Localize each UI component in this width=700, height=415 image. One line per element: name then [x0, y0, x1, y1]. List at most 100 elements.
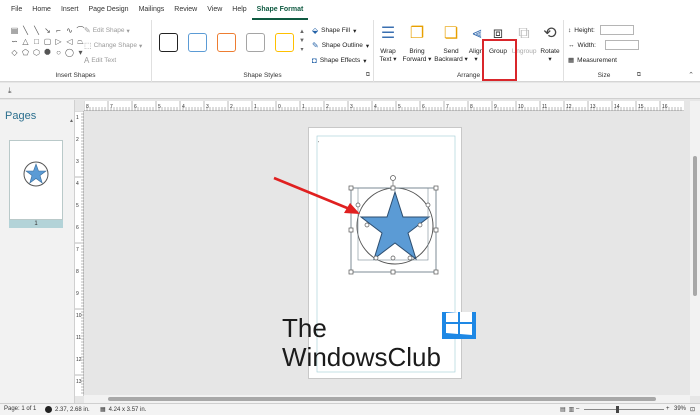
- elbow-shape-icon[interactable]: ⌐: [54, 26, 63, 35]
- triangle-shape-icon[interactable]: ▷: [54, 37, 63, 46]
- diamond-shape-icon[interactable]: ◇: [10, 48, 19, 57]
- shape-outline-button[interactable]: ✎ Shape Outline ▾: [312, 41, 369, 50]
- ruler-label: 3: [76, 159, 79, 165]
- shape-style-swatch[interactable]: [275, 33, 294, 52]
- wrap-text-button[interactable]: ☰ Wrap Text ▾: [376, 24, 400, 64]
- two-page-view-icon[interactable]: ▥: [569, 406, 575, 413]
- ruler-label: 12: [76, 357, 82, 363]
- change-shape-button[interactable]: ⬚ Change Shape ▾: [84, 41, 142, 50]
- oval-shape-icon[interactable]: ◯: [65, 48, 74, 57]
- octagon-shape-icon[interactable]: ⯃: [43, 48, 52, 57]
- triangle-shape-icon[interactable]: △: [21, 37, 30, 46]
- edit-text-button[interactable]: A Edit Text: [84, 56, 116, 65]
- page-indicator[interactable]: Page: 1 of 1: [4, 406, 36, 412]
- tab-mailings[interactable]: Mailings: [134, 0, 170, 20]
- curve-shape-icon[interactable]: ∿: [65, 26, 74, 35]
- zoom-slider-thumb[interactable]: [616, 406, 619, 413]
- shape-style-swatch[interactable]: [217, 33, 236, 52]
- ruler-label: 4: [182, 104, 185, 110]
- rectangle-shape-icon[interactable]: □: [32, 37, 41, 46]
- shape-styles-label: Shape Styles: [243, 72, 282, 79]
- ruler-label: 9: [76, 291, 79, 297]
- vertical-ruler[interactable]: 1 2 3 4 5 6 7 8 9 10 11 12 13: [75, 110, 84, 396]
- rotate-button[interactable]: ⟲ Rotate ▾: [538, 24, 562, 64]
- hexagon-shape-icon[interactable]: ⬡: [32, 48, 41, 57]
- ribbon: ▤ ╲ ╲ ↘ ⌐ ∿ ⌒ ∽ △ □ ▢ ▷ ◁ ⏢ ◇ ⬠ ⬡ ⯃ ○ ◯ …: [0, 20, 700, 82]
- edit-text-icon: A: [84, 56, 90, 65]
- svg-text:WindowsClub: WindowsClub: [282, 342, 441, 372]
- shape-style-swatch[interactable]: [188, 33, 207, 52]
- pentagon-shape-icon[interactable]: ⬠: [21, 48, 30, 57]
- arrange-group: ☰ Wrap Text ▾ ❐ Bring Forward ▾ ❏ Send B…: [374, 20, 564, 82]
- dialog-launcher-icon[interactable]: ⧉: [366, 72, 370, 79]
- shape-fill-button[interactable]: ⬙ Shape Fill ▾: [312, 26, 356, 35]
- horizontal-ruler[interactable]: 8 7 6 5 4 3 2 1 0 1 2 3 4 5 6 7 8 9 10 11 12 13 14 15 16: [83, 101, 684, 111]
- ruler-label: 4: [374, 104, 377, 110]
- ruler-label: 6: [134, 104, 137, 110]
- triangle-shape-icon[interactable]: ◁: [65, 37, 74, 46]
- change-shape-icon: ⬚: [84, 41, 92, 50]
- page-number: 1: [9, 220, 63, 228]
- dialog-launcher-icon[interactable]: ⧉: [637, 72, 641, 79]
- ruler-label: 8: [86, 104, 89, 110]
- windows-logo-icon: [442, 309, 476, 339]
- svg-text:': ': [318, 141, 319, 147]
- single-page-view-icon[interactable]: ▤: [560, 406, 566, 413]
- line-shape-icon[interactable]: ╲: [21, 26, 30, 35]
- ruler-label: 2: [326, 104, 329, 110]
- edit-shape-button[interactable]: ✎ Edit Shape ▾: [84, 26, 130, 35]
- line-shape-icon[interactable]: ╲: [32, 26, 41, 35]
- tab-page-design[interactable]: Page Design: [83, 0, 133, 20]
- position-icon: [45, 406, 52, 413]
- shape-style-swatch[interactable]: [159, 33, 178, 52]
- horizontal-scrollbar[interactable]: [84, 395, 690, 403]
- watermark: The WindowsClub: [282, 309, 482, 372]
- tab-view[interactable]: View: [202, 0, 227, 20]
- tab-file[interactable]: File: [6, 0, 27, 20]
- page-thumbnail[interactable]: [9, 140, 63, 220]
- bring-forward-button[interactable]: ❐ Bring Forward ▾: [402, 24, 432, 64]
- shape-style-swatch[interactable]: [246, 33, 265, 52]
- ruler-label: 2: [230, 104, 233, 110]
- height-input[interactable]: [599, 25, 634, 35]
- ruler-label: 7: [76, 247, 79, 253]
- tab-insert[interactable]: Insert: [56, 0, 84, 20]
- ungroup-icon: ⧉: [518, 25, 530, 42]
- fit-page-icon[interactable]: ⊡: [690, 406, 695, 413]
- svg-text:The: The: [282, 313, 327, 343]
- vertical-scrollbar[interactable]: [690, 101, 700, 396]
- ruler-label: 1: [302, 104, 305, 110]
- ruler-label: 0: [278, 104, 281, 110]
- arrow-shape-icon[interactable]: ↘: [43, 26, 52, 35]
- width-input[interactable]: [604, 40, 639, 50]
- width-icon: ↔: [568, 41, 575, 49]
- ruler-label: 14: [614, 104, 620, 110]
- freeform-shape-icon[interactable]: ∽: [10, 37, 19, 46]
- arrange-label: Arrange: [456, 72, 481, 79]
- rounded-rect-shape-icon[interactable]: ▢: [43, 37, 52, 46]
- tab-home[interactable]: Home: [27, 0, 56, 20]
- tab-help[interactable]: Help: [227, 0, 251, 20]
- zoom-out-button[interactable]: –: [576, 406, 579, 412]
- customize-toolbar-icon[interactable]: ⤓: [8, 86, 12, 96]
- collapse-ribbon-icon[interactable]: ⌃: [688, 71, 694, 79]
- size-readout: ▦ 4.24 x 3.57 in.: [100, 406, 147, 414]
- send-backward-button[interactable]: ❏ Send Backward ▾: [434, 24, 468, 64]
- tab-shape-format[interactable]: Shape Format: [251, 0, 309, 20]
- ruler-label: 16: [662, 104, 668, 110]
- styles-gallery-scroll[interactable]: ▲ ▼ ▾: [298, 28, 306, 55]
- zoom-in-button[interactable]: +: [666, 406, 670, 412]
- measurement-button[interactable]: ▦ Measurement: [568, 56, 617, 65]
- zoom-slider[interactable]: [584, 409, 664, 410]
- insert-shapes-label: Insert Shapes: [55, 72, 96, 79]
- ruler-label: 15: [638, 104, 644, 110]
- textbox-shape-icon[interactable]: ▤: [10, 26, 19, 35]
- ruler-label: 8: [76, 269, 79, 275]
- ruler-label: 5: [76, 203, 79, 209]
- zoom-level[interactable]: 39%: [674, 406, 686, 412]
- tab-review[interactable]: Review: [169, 0, 202, 20]
- shape-effects-button[interactable]: ◘ Shape Effects ▾: [312, 56, 366, 65]
- ruler-label: 13: [590, 104, 596, 110]
- ruler-label: 4: [76, 181, 79, 187]
- circle-shape-icon[interactable]: ○: [54, 48, 63, 57]
